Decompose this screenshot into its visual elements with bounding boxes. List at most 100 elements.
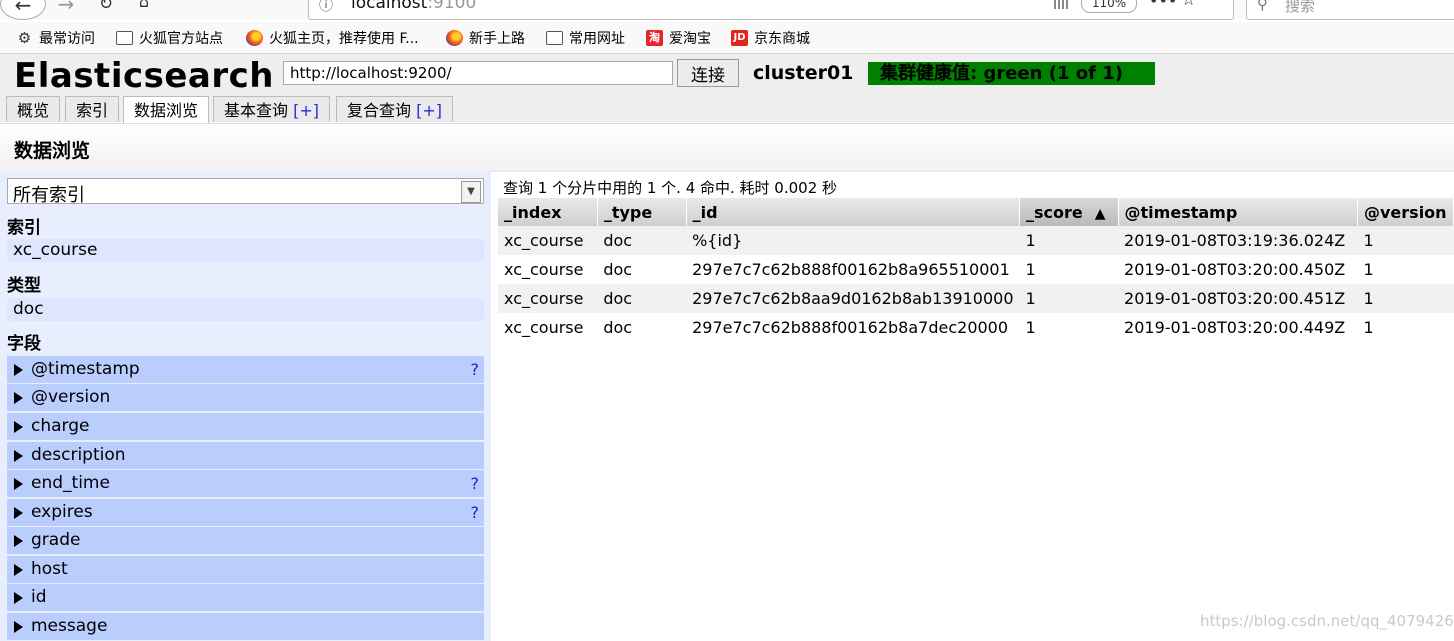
cell-score: 1 [1019,226,1119,255]
cell-type: doc [597,313,687,342]
connect-button[interactable]: 连接 [677,59,739,87]
cluster-health-badge: 集群健康值: green (1 of 1) [868,62,1155,85]
tab-indices[interactable]: 索引 [65,96,120,122]
expand-triangle-icon [14,564,23,576]
bookmark-firefox-home[interactable]: 火狐主页，推荐使用 F... [246,28,419,48]
field-item[interactable]: @timestamp? [7,356,484,383]
bookmark-common-sites[interactable]: 常用网址 [546,28,625,48]
tab-overview[interactable]: 概览 [6,96,61,122]
app-title: Elasticsearch [14,56,274,96]
field-item[interactable]: host [7,556,484,583]
column-header-version[interactable]: @version [1357,198,1454,226]
index-heading: 索引 [7,218,41,238]
watermark: https://blog.csdn.net/qq_40794266 [1200,612,1454,630]
filter-sidebar: 所有索引 ▼ 索引 xc_course 类型 doc 字段 @timestamp… [0,171,491,641]
results-table: _index _type _id _score ▲ @timestamp @ver… [498,198,1454,342]
chevron-down-icon[interactable]: ▼ [461,181,481,203]
table-row[interactable]: xc_course doc 297e7c7c62b888f00162b8a7de… [498,313,1454,342]
field-item[interactable]: @version [7,384,484,411]
cell-timestamp: 2019-01-08T03:20:00.450Z [1118,255,1358,284]
table-row[interactable]: xc_course doc %{id} 1 2019-01-08T03:19:3… [498,226,1454,255]
zoom-level-badge[interactable]: 110% [1081,0,1137,13]
tab-add-link[interactable]: [+] [416,101,442,120]
cell-type: doc [597,284,687,313]
field-item[interactable]: id [7,584,484,611]
forward-arrow-icon[interactable]: → [52,0,80,18]
cell-version: 1 [1357,313,1454,342]
help-link[interactable]: ? [471,356,480,383]
type-heading: 类型 [7,276,41,296]
taobao-icon: 淘 [646,30,663,46]
bookmark-firefox-official[interactable]: 火狐官方站点 [116,28,223,48]
cell-id: 297e7c7c62b888f00162b8a965510001 [686,255,1020,284]
column-header-type[interactable]: _type [597,198,687,226]
page-actions-icon[interactable]: ••• [1149,0,1177,10]
cell-score: 1 [1019,313,1119,342]
table-row[interactable]: xc_course doc 297e7c7c62b888f00162b8a965… [498,255,1454,284]
column-header-timestamp[interactable]: @timestamp [1118,198,1359,226]
reader-view-icon[interactable] [1054,0,1070,9]
cell-id: 297e7c7c62b8aa9d0162b8ab13910000 [686,284,1020,313]
folder-icon [116,31,133,45]
index-filter-item[interactable]: xc_course [7,239,484,262]
section-header: 数据浏览 [0,123,1454,172]
address-bar[interactable]: ⓘ localhost:9100 110% ••• ☆ [308,0,1234,20]
site-info-icon[interactable]: ⓘ [319,0,333,15]
field-item[interactable]: description [7,442,484,469]
field-item[interactable]: message [7,613,484,640]
cell-version: 1 [1357,255,1454,284]
connect-url-input[interactable] [283,61,673,85]
column-header-score[interactable]: _score ▲ [1019,198,1119,226]
cell-id: 297e7c7c62b888f00162b8a7dec20000 [686,313,1020,342]
cell-index: xc_course [498,313,598,342]
back-arrow-icon[interactable]: ← [0,0,46,20]
cell-version: 1 [1357,226,1454,255]
expand-triangle-icon [14,364,23,376]
search-bar[interactable]: ⚲ 搜索 [1246,0,1454,20]
column-header-id[interactable]: _id [686,198,1021,226]
result-summary: 查询 1 个分片中用的 1 个. 4 命中. 耗时 0.002 秒 [503,179,838,197]
search-icon: ⚲ [1257,0,1268,13]
bookmark-getting-started[interactable]: 新手上路 [446,28,525,48]
tab-compound-query[interactable]: 复合查询 [+] [336,96,453,122]
search-placeholder: 搜索 [1285,0,1316,15]
field-item[interactable]: grade [7,527,484,554]
expand-triangle-icon [14,421,23,433]
type-filter-item[interactable]: doc [7,298,484,321]
section-title: 数据浏览 [14,140,91,162]
field-item[interactable]: end_time? [7,470,484,497]
cell-timestamp: 2019-01-08T03:19:36.024Z [1118,226,1358,255]
jd-icon: JD [731,30,748,46]
bookmark-star-icon[interactable]: ☆ [1181,0,1196,10]
bookmark-jd[interactable]: JD 京东商城 [731,28,810,48]
cell-score: 1 [1019,255,1119,284]
address-bar-url[interactable]: localhost:9100 [351,0,476,13]
cell-timestamp: 2019-01-08T03:20:00.449Z [1118,313,1358,342]
home-icon[interactable]: ⌂ [130,0,158,16]
cluster-name: cluster01 [753,62,854,84]
browser-toolbar: ← → ↻ ⌂ ⓘ localhost:9100 110% ••• ☆ ⚲ 搜索 [0,0,1454,20]
tab-add-link[interactable]: [+] [293,101,319,120]
index-select[interactable]: 所有索引 ▼ [7,178,484,206]
help-link[interactable]: ? [471,499,480,526]
index-select-value: 所有索引 [13,185,85,206]
help-link[interactable]: ? [471,470,480,497]
bookmark-aitaobao[interactable]: 淘爱淘宝 [646,28,711,48]
cell-type: doc [597,255,687,284]
column-header-index[interactable]: _index [498,198,598,226]
folder-icon [546,31,563,45]
gear-icon: ⚙ [17,29,32,47]
bookmark-most-visited[interactable]: ⚙ 最常访问 [16,28,95,48]
expand-triangle-icon [14,592,23,604]
table-row[interactable]: xc_course doc 297e7c7c62b8aa9d0162b8ab13… [498,284,1454,313]
table-header-row: _index _type _id _score ▲ @timestamp @ver… [498,198,1454,226]
tab-basic-query[interactable]: 基本查询 [+] [213,96,330,122]
field-heading: 字段 [7,334,41,354]
reload-icon[interactable]: ↻ [92,0,120,18]
field-item[interactable]: expires? [7,499,484,526]
cell-type: doc [597,226,687,255]
cell-id: %{id} [686,226,1020,255]
expand-triangle-icon [14,450,23,462]
tab-data-browser[interactable]: 数据浏览 [123,96,210,124]
field-item[interactable]: charge [7,413,484,440]
